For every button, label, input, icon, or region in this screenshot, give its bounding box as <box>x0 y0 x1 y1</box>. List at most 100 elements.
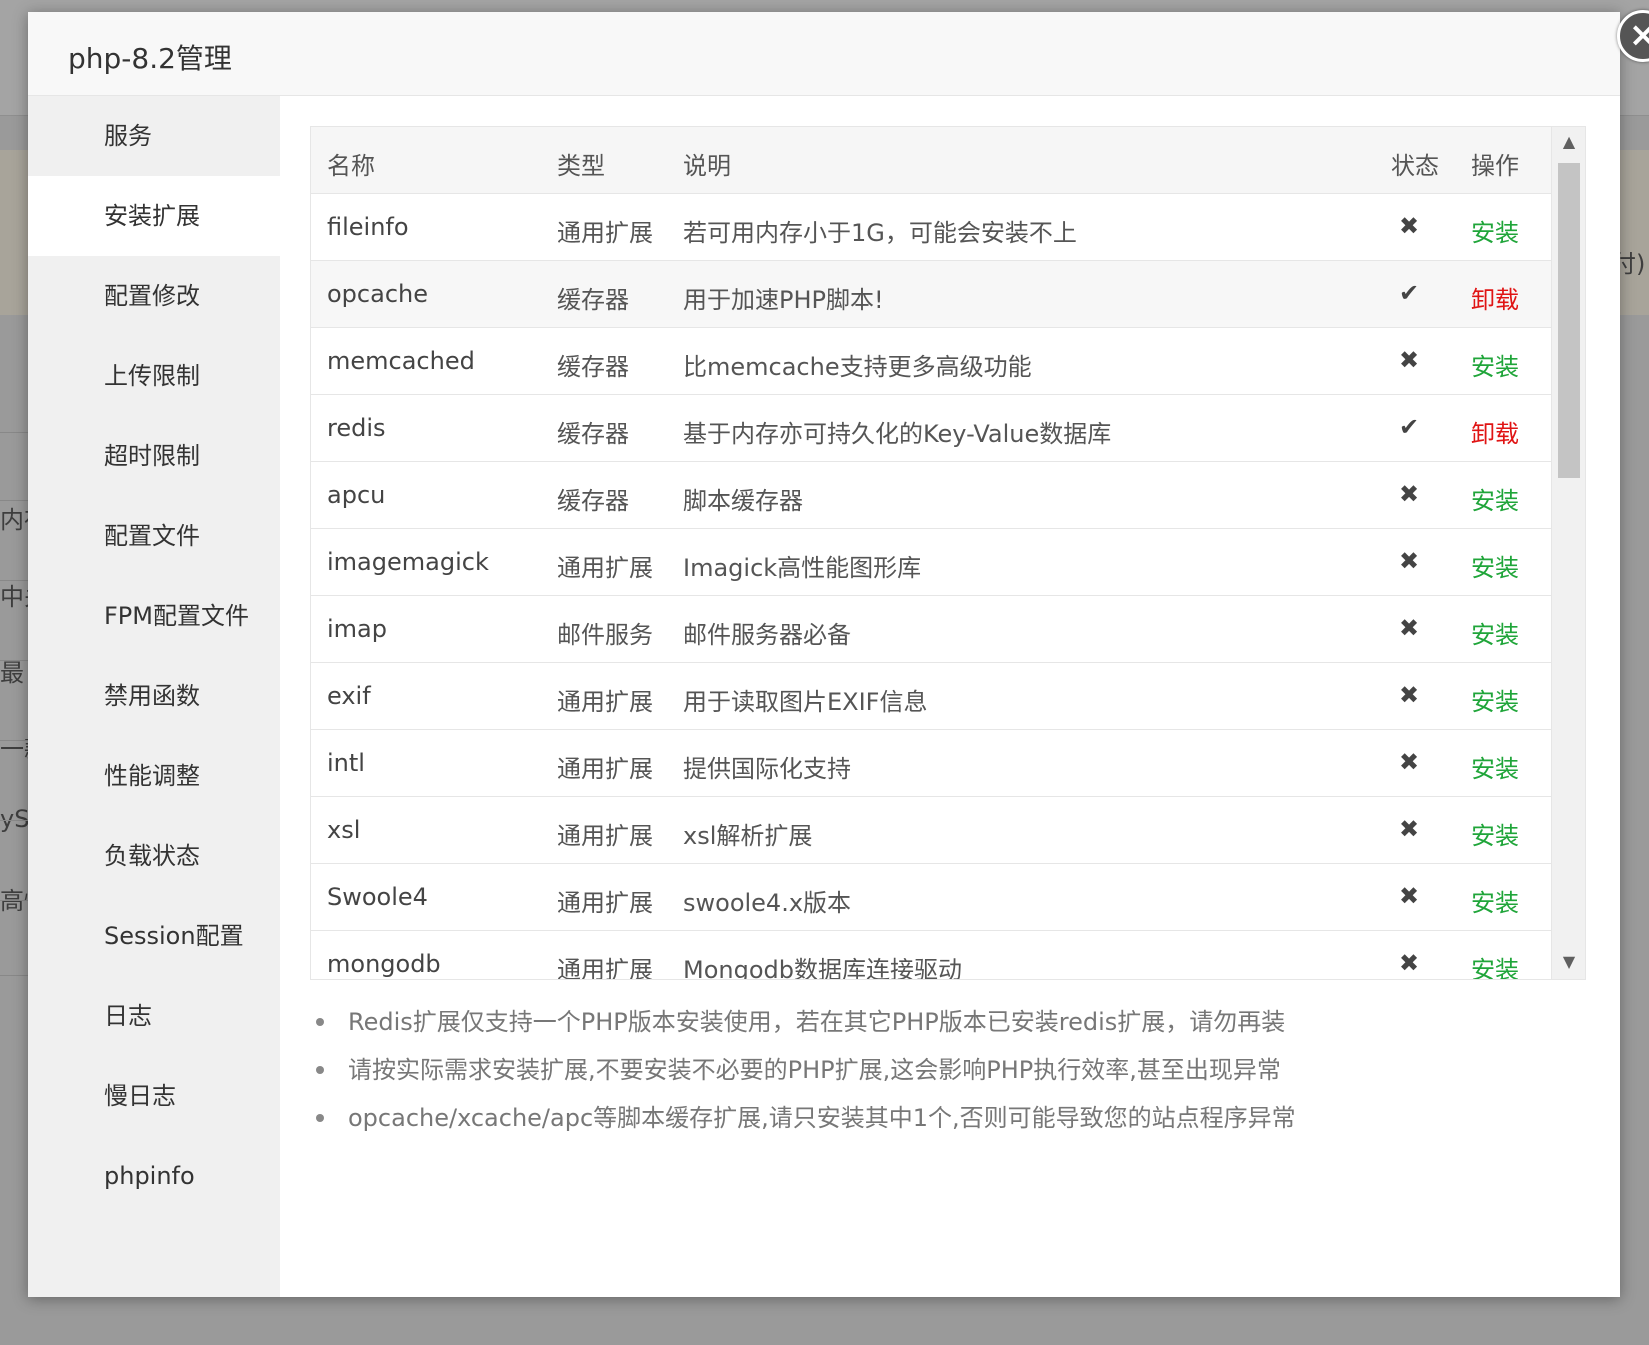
ext-name: xsl <box>327 816 361 844</box>
install-button[interactable]: 安装 <box>1471 883 1519 918</box>
install-button[interactable]: 安装 <box>1471 950 1519 979</box>
php-manage-dialog: php-8.2管理 × 服务 安装扩展 配置修改 上传限制 超时限制 配置文件 … <box>28 10 1649 1297</box>
uninstall-button[interactable]: 卸载 <box>1471 280 1519 315</box>
not-installed-icon: ✖ <box>1399 882 1420 910</box>
list-item: Redis扩展仅支持一个PHP版本安装使用，若在其它PHP版本已安装redis扩… <box>310 998 1584 1046</box>
ext-desc: 用于加速PHP脚本! <box>683 286 884 314</box>
sidebar-item-slow-log[interactable]: 慢日志 <box>28 1056 280 1136</box>
ext-name: Swoole4 <box>327 883 428 911</box>
ext-desc: 基于内存亦可持久化的Key-Value数据库 <box>683 420 1112 448</box>
table-row: intl 通用扩展 提供国际化支持 ✖ 安装 <box>311 730 1551 797</box>
background-divider <box>0 660 30 661</box>
ext-desc: Mongodb数据库连接驱动 <box>683 956 962 980</box>
sidebar-item-performance[interactable]: 性能调整 <box>28 736 280 816</box>
table-row: Swoole4 通用扩展 swoole4.x版本 ✖ 安装 <box>311 864 1551 931</box>
sidebar-item-config-edit[interactable]: 配置修改 <box>28 256 280 336</box>
note-text: opcache/xcache/apc等脚本缓存扩展,请只安装其中1个,否则可能导… <box>348 1104 1296 1132</box>
not-installed-icon: ✖ <box>1399 346 1420 374</box>
background-divider <box>0 432 30 433</box>
sidebar-item-load-status[interactable]: 负载状态 <box>28 816 280 896</box>
sidebar-item-session[interactable]: Session配置 <box>28 896 280 976</box>
ext-type: 邮件服务 <box>557 621 653 649</box>
scroll-down-icon[interactable]: ▼ <box>1552 947 1585 977</box>
ext-type: 通用扩展 <box>557 889 653 917</box>
ext-desc: 脚本缓存器 <box>683 487 803 515</box>
dialog-title: php-8.2管理 <box>68 42 232 75</box>
ext-type: 通用扩展 <box>557 822 653 850</box>
ext-desc: swoole4.x版本 <box>683 889 852 917</box>
install-button[interactable]: 安装 <box>1471 213 1519 248</box>
ext-type: 缓存器 <box>557 420 629 448</box>
header-type: 类型 <box>557 152 605 180</box>
background-text: 最 <box>0 659 24 687</box>
background-text: yS <box>0 805 30 833</box>
table-row: memcached 缓存器 比memcache支持更多高级功能 ✖ 安装 <box>311 328 1551 395</box>
extension-table: 名称 类型 说明 状态 操作 fileinfo 通用扩展 若可用内存小于1G，可… <box>310 126 1586 980</box>
header-desc: 说明 <box>683 152 731 180</box>
ext-desc: 邮件服务器必备 <box>683 621 851 649</box>
sidebar-item-log[interactable]: 日志 <box>28 976 280 1056</box>
sidebar-item-disabled-functions[interactable]: 禁用函数 <box>28 656 280 736</box>
install-button[interactable]: 安装 <box>1471 548 1519 583</box>
install-button[interactable]: 安装 <box>1471 347 1519 382</box>
ext-desc: 比memcache支持更多高级功能 <box>683 353 1032 381</box>
scroll-up-icon[interactable]: ▲ <box>1552 127 1585 157</box>
bullet-icon <box>316 1066 324 1074</box>
ext-name: fileinfo <box>327 213 409 241</box>
sidebar-item-upload-limit[interactable]: 上传限制 <box>28 336 280 416</box>
ext-type: 通用扩展 <box>557 688 653 716</box>
table-row: imap 邮件服务 邮件服务器必备 ✖ 安装 <box>311 596 1551 663</box>
background-divider <box>0 740 30 741</box>
ext-type: 通用扩展 <box>557 219 653 247</box>
scroll-thumb[interactable] <box>1558 163 1580 478</box>
list-item: opcache/xcache/apc等脚本缓存扩展,请只安装其中1个,否则可能导… <box>310 1094 1584 1142</box>
note-text: Redis扩展仅支持一个PHP版本安装使用，若在其它PHP版本已安装redis扩… <box>348 1008 1286 1036</box>
sidebar-item-config-file[interactable]: 配置文件 <box>28 496 280 576</box>
sidebar: 服务 安装扩展 配置修改 上传限制 超时限制 配置文件 FPM配置文件 禁用函数… <box>28 96 280 1297</box>
background-divider <box>0 580 30 581</box>
table-row: imagemagick 通用扩展 Imagick高性能图形库 ✖ 安装 <box>311 529 1551 596</box>
not-installed-icon: ✖ <box>1399 748 1420 776</box>
header-status: 状态 <box>1391 152 1439 180</box>
table-scrollbar[interactable]: ▲ ▼ <box>1551 127 1585 979</box>
sidebar-item-service[interactable]: 服务 <box>28 96 280 176</box>
bullet-icon <box>316 1114 324 1122</box>
sidebar-item-install-extension[interactable]: 安装扩展 <box>28 176 280 256</box>
ext-name: imap <box>327 615 387 643</box>
installed-check-icon: ✔ <box>1399 413 1420 441</box>
sidebar-item-fpm-config[interactable]: FPM配置文件 <box>28 576 280 656</box>
not-installed-icon: ✖ <box>1399 681 1420 709</box>
install-button[interactable]: 安装 <box>1471 615 1519 650</box>
ext-name: imagemagick <box>327 548 489 576</box>
table-row: fileinfo 通用扩展 若可用内存小于1G，可能会安装不上 ✖ 安装 <box>311 194 1551 261</box>
uninstall-button[interactable]: 卸载 <box>1471 414 1519 449</box>
ext-type: 通用扩展 <box>557 554 653 582</box>
background-divider <box>0 820 30 821</box>
ext-type: 通用扩展 <box>557 956 653 980</box>
ext-desc: 若可用内存小于1G，可能会安装不上 <box>683 219 1077 247</box>
sidebar-item-timeout-limit[interactable]: 超时限制 <box>28 416 280 496</box>
not-installed-icon: ✖ <box>1399 815 1420 843</box>
ext-desc: xsl解析扩展 <box>683 822 813 850</box>
table-row: exif 通用扩展 用于读取图片EXIF信息 ✖ 安装 <box>311 663 1551 730</box>
ext-name: redis <box>327 414 386 442</box>
install-button[interactable]: 安装 <box>1471 749 1519 784</box>
dialog-header: php-8.2管理 <box>28 12 1620 96</box>
table-row: mongodb 通用扩展 Mongodb数据库连接驱动 ✖ 安装 <box>311 931 1551 980</box>
table-row: redis 缓存器 基于内存亦可持久化的Key-Value数据库 ✔ 卸载 <box>311 395 1551 462</box>
header-action: 操作 <box>1471 152 1519 180</box>
installed-check-icon: ✔ <box>1399 279 1420 307</box>
ext-name: opcache <box>327 280 428 308</box>
ext-type: 缓存器 <box>557 353 629 381</box>
install-button[interactable]: 安装 <box>1471 816 1519 851</box>
ext-desc: Imagick高性能图形库 <box>683 554 922 582</box>
install-button[interactable]: 安装 <box>1471 682 1519 717</box>
sidebar-item-phpinfo[interactable]: phpinfo <box>28 1136 280 1216</box>
header-name: 名称 <box>327 152 375 180</box>
background-divider <box>0 900 30 901</box>
install-button[interactable]: 安装 <box>1471 481 1519 516</box>
not-installed-icon: ✖ <box>1399 212 1420 240</box>
table-header: 名称 类型 说明 状态 操作 <box>311 127 1551 194</box>
ext-type: 缓存器 <box>557 286 629 314</box>
not-installed-icon: ✖ <box>1399 547 1420 575</box>
